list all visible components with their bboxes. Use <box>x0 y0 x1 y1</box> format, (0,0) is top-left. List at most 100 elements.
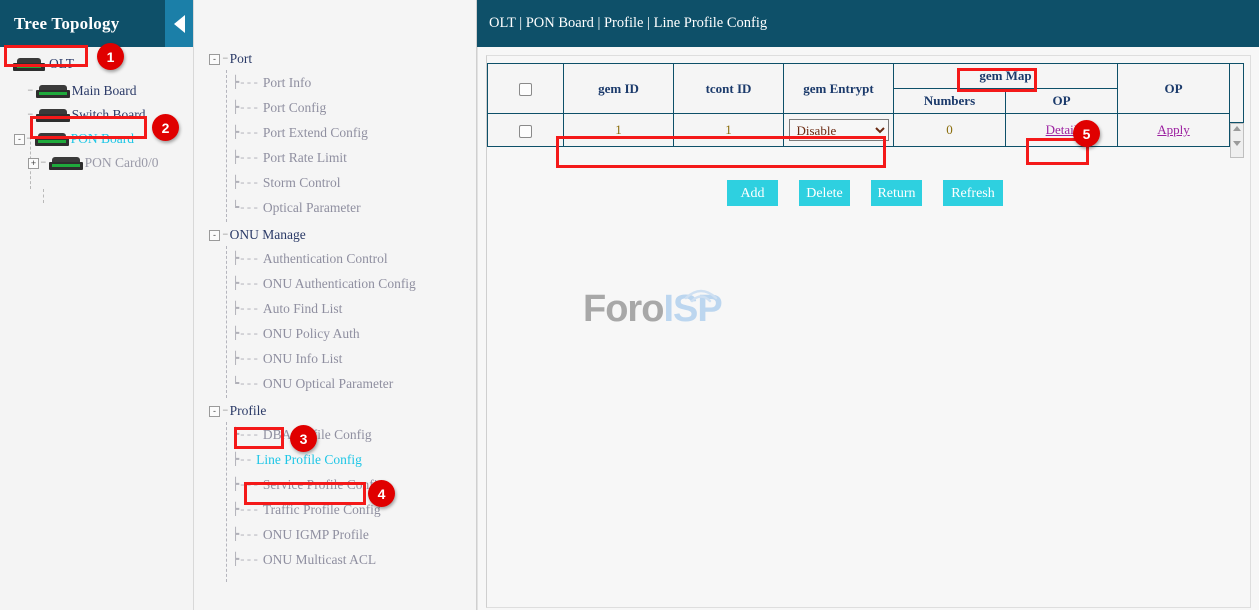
tree-branch-marker: ┝--- <box>232 477 259 492</box>
menu-group-header-port[interactable]: - – Port <box>194 48 476 70</box>
tree-branch-marker: – <box>26 85 35 97</box>
select-all-checkbox[interactable] <box>519 83 532 96</box>
menu-group-header-profile[interactable]: - – Profile <box>194 400 476 422</box>
application-window: Tree Topology OLT – Main B <box>0 0 1259 610</box>
menu-item-port-extend-config[interactable]: ┝--- Port Extend Config <box>194 120 476 145</box>
menu-item-port-config[interactable]: ┝--- Port Config <box>194 95 476 120</box>
gem-config-table: gem ID tcont ID gem Entrypt gem Map OP N… <box>487 63 1230 147</box>
menu-item-label: Port Rate Limit <box>263 150 347 166</box>
cell-tcont-id: 1 <box>674 114 784 147</box>
tree-branch-marker: – <box>221 405 230 417</box>
menu-item-label: Port Extend Config <box>263 125 368 141</box>
device-chassis-icon <box>36 109 70 122</box>
tree-node-label: Switch Board <box>72 107 146 123</box>
gem-entrypt-select[interactable]: Disable Enable <box>789 119 889 141</box>
menu-item-line-profile-config[interactable]: ┝-- Line Profile Config <box>194 447 476 472</box>
tree-node-label: PON Card0/0 <box>85 155 159 171</box>
menu-item-label: ONU Policy Auth <box>263 326 360 342</box>
menu-item-onu-optical-parameter[interactable]: ┕--- ONU Optical Parameter <box>194 371 476 396</box>
expander-toggle-icon[interactable]: - <box>209 406 220 417</box>
tree-topology-panel: Tree Topology OLT – Main B <box>0 0 194 610</box>
menu-item-optical-parameter[interactable]: ┕--- Optical Parameter <box>194 195 476 220</box>
menu-item-authentication-control[interactable]: ┝--- Authentication Control <box>194 246 476 271</box>
annotation-badge-5: 5 <box>1073 120 1100 147</box>
expander-toggle-icon[interactable]: + <box>28 158 39 169</box>
menu-item-label: Service Profile Config <box>263 477 384 493</box>
tree-node-label: OLT <box>49 56 74 72</box>
menu-item-label: Port Config <box>263 100 326 116</box>
cell-gem-map-numbers: 0 <box>894 114 1006 147</box>
tree-branch-marker: ┝-- <box>232 452 252 467</box>
menu-item-onu-policy-auth[interactable]: ┝--- ONU Policy Auth <box>194 321 476 346</box>
menu-item-port-rate-limit[interactable]: ┝--- Port Rate Limit <box>194 145 476 170</box>
expander-toggle-icon[interactable]: - <box>209 54 220 65</box>
menu-item-service-profile-config[interactable]: ┝--- Service Profile Config <box>194 472 476 497</box>
tree-branch-marker: – <box>39 157 48 169</box>
antenna-signal-icon <box>678 282 724 304</box>
menu-item-onu-info-list[interactable]: ┝--- ONU Info List <box>194 346 476 371</box>
cell-gem-map-op: Detail <box>1006 114 1118 147</box>
menu-item-label: Auto Find List <box>263 301 343 317</box>
tree-branch-marker: ┝--- <box>232 175 259 190</box>
annotation-badge-4: 4 <box>368 480 395 507</box>
apply-link[interactable]: Apply <box>1157 122 1190 137</box>
menu-item-label: Line Profile Config <box>256 452 362 468</box>
device-chassis-icon <box>13 58 47 71</box>
menu-item-port-info[interactable]: ┝--- Port Info <box>194 70 476 95</box>
row-scrollbar[interactable] <box>1230 123 1244 158</box>
menu-group-profile: - – Profile ┝--- DBA Profile Config ┝-- … <box>194 400 476 572</box>
menu-group-label: Port <box>230 51 253 67</box>
tree-branch-marker: ┝--- <box>232 125 259 140</box>
add-button[interactable]: Add <box>727 180 778 206</box>
tree-branch-marker: ┝--- <box>232 552 259 567</box>
tree-branch-marker: ┕--- <box>232 376 259 391</box>
tree-branch-marker: ┝--- <box>232 100 259 115</box>
menu-item-auto-find-list[interactable]: ┝--- Auto Find List <box>194 296 476 321</box>
left-arrow-icon <box>174 15 185 33</box>
menu-item-traffic-profile-config[interactable]: ┝--- Traffic Profile Config <box>194 497 476 522</box>
menu-item-label: Port Info <box>263 75 311 91</box>
menu-group-onu-manage: - – ONU Manage ┝--- Authentication Contr… <box>194 224 476 396</box>
menu-group-port: - – Port ┝--- Port Info ┝--- Port Config… <box>194 48 476 220</box>
content-panel: gem ID tcont ID gem Entrypt gem Map OP N… <box>486 55 1251 608</box>
collapse-sidebar-button[interactable] <box>165 0 193 47</box>
annotation-badge-2: 2 <box>152 114 179 141</box>
menu-item-onu-authentication-config[interactable]: ┝--- ONU Authentication Config <box>194 271 476 296</box>
annotation-badge-3: 3 <box>290 425 317 452</box>
tree-node-label: PON Board <box>71 131 134 147</box>
refresh-button[interactable]: Refresh <box>943 180 1003 206</box>
tree-node-pon-card[interactable]: + – PON Card0/0 <box>0 151 193 175</box>
column-header-gem-id: gem ID <box>564 64 674 114</box>
menu-group-label: ONU Manage <box>230 227 306 243</box>
table-row: 1 1 Disable Enable 0 <box>488 114 1230 147</box>
table-scroll-region <box>1230 63 1244 158</box>
delete-button[interactable]: Delete <box>799 180 850 206</box>
cell-gem-id: 1 <box>564 114 674 147</box>
table-wrapper: gem ID tcont ID gem Entrypt gem Map OP N… <box>487 56 1250 158</box>
row-select-cell <box>488 114 564 147</box>
tree-branch-marker: ┝--- <box>232 351 259 366</box>
select-all-header <box>488 64 564 114</box>
column-header-op: OP <box>1118 64 1230 114</box>
tree-branch-marker: ┝--- <box>232 276 259 291</box>
scroll-up-arrow-icon[interactable] <box>1233 126 1241 131</box>
menu-group-header-onu-manage[interactable]: - – ONU Manage <box>194 224 476 246</box>
menu-item-dba-profile-config[interactable]: ┝--- DBA Profile Config <box>194 422 476 447</box>
annotation-badge-1: 1 <box>97 43 124 70</box>
expander-toggle-icon[interactable]: - <box>209 230 220 241</box>
menu-item-onu-multicast-acl[interactable]: ┝--- ONU Multicast ACL <box>194 547 476 572</box>
table-header-row-1: gem ID tcont ID gem Entrypt gem Map OP <box>488 64 1230 89</box>
expander-toggle-icon[interactable]: - <box>14 134 25 145</box>
row-checkbox[interactable] <box>519 125 532 138</box>
device-chassis-icon <box>49 157 83 170</box>
menu-item-label: ONU IGMP Profile <box>263 527 369 543</box>
menu-item-onu-igmp-profile[interactable]: ┝--- ONU IGMP Profile <box>194 522 476 547</box>
return-button[interactable]: Return <box>871 180 922 206</box>
column-header-gem-map-numbers: Numbers <box>894 89 1006 114</box>
scroll-down-arrow-icon[interactable] <box>1233 141 1241 146</box>
tree-panel-header: Tree Topology <box>0 0 193 47</box>
device-chassis-icon <box>35 133 69 146</box>
menu-item-storm-control[interactable]: ┝--- Storm Control <box>194 170 476 195</box>
tree-branch-marker: ┝--- <box>232 251 259 266</box>
tree-node-main-board[interactable]: – Main Board <box>0 79 193 103</box>
